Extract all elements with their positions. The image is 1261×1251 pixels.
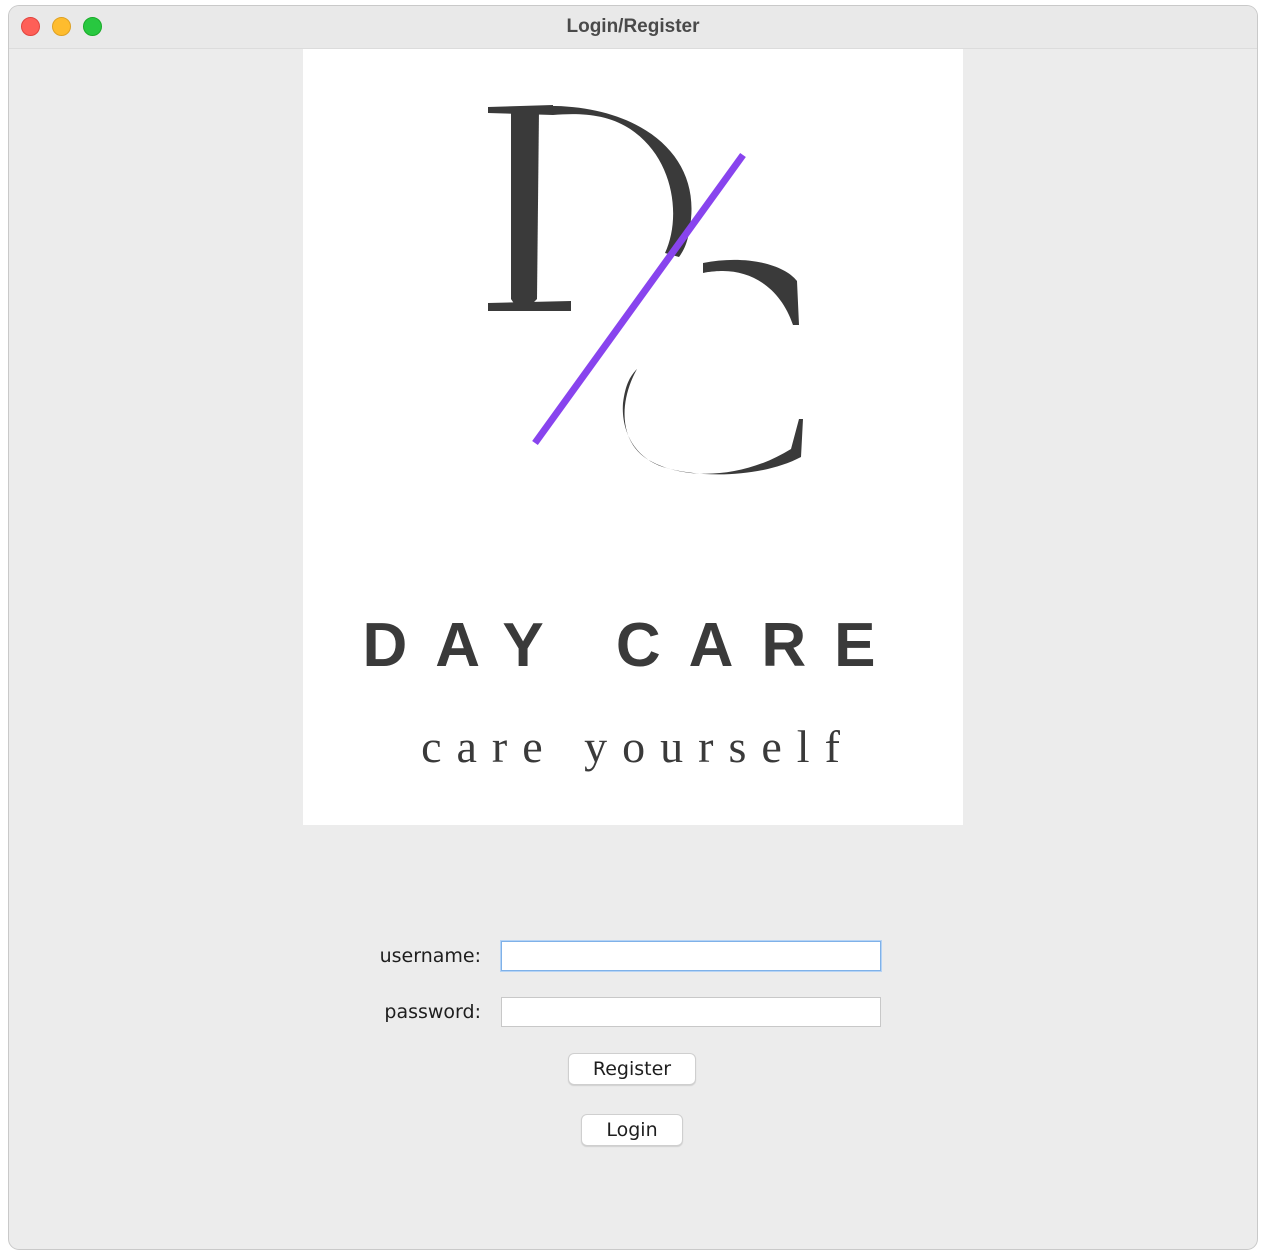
title-bar[interactable]: Login/Register <box>9 6 1257 49</box>
tagline: care yourself <box>421 721 855 772</box>
monogram-d <box>488 105 692 311</box>
window-title: Login/Register <box>566 16 700 37</box>
register-button[interactable]: Register <box>568 1053 696 1085</box>
accent-slash <box>532 152 746 446</box>
login-button[interactable]: Login <box>581 1114 683 1146</box>
username-label: username: <box>379 945 481 967</box>
password-label: password: <box>384 1001 481 1023</box>
monogram-c <box>622 259 803 475</box>
brand-name: DAY CARE <box>363 611 904 680</box>
username-input[interactable] <box>501 941 881 971</box>
day-care-logo: DAY CARE care yourself <box>363 105 904 772</box>
logo-image: DAY CARE care yourself <box>303 49 963 825</box>
app-window: Login/Register DAY CARE care yourself us… <box>9 6 1257 1249</box>
password-input[interactable] <box>501 997 881 1027</box>
